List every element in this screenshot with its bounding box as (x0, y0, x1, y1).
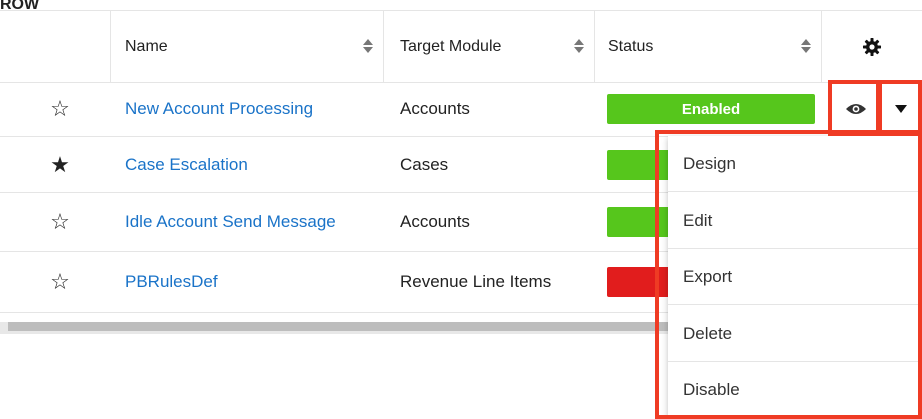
dropdown-menu-highlight (655, 130, 922, 419)
record-name-link[interactable]: New Account Processing (125, 82, 313, 136)
target-module-value: Accounts (400, 212, 470, 231)
sort-icon (574, 39, 584, 53)
record-name-link[interactable]: Idle Account Send Message (125, 193, 336, 251)
favorite-star-icon[interactable]: ☆ (40, 193, 80, 251)
target-module-value: Revenue Line Items (400, 272, 552, 291)
preview-button-highlight (828, 80, 880, 136)
table-row: ☆ New Account Processing Accounts Enable… (0, 82, 922, 137)
sort-icon (801, 39, 811, 53)
actions-dropdown-highlight (878, 80, 922, 136)
column-header-status-label: Status (608, 37, 654, 55)
favorite-star-icon[interactable]: ☆ (40, 252, 80, 312)
favorite-star-icon[interactable]: ☆ (40, 82, 80, 136)
column-header-status[interactable]: Status (608, 11, 821, 82)
table-header: Name Target Module Status (0, 10, 922, 83)
status-badge: Enabled (607, 94, 815, 124)
horizontal-scrollbar-thumb[interactable] (8, 322, 698, 331)
record-name-link[interactable]: PBRulesDef (125, 252, 218, 312)
column-header-name[interactable]: Name (125, 11, 383, 82)
sort-icon (363, 39, 373, 53)
target-module-value: Cases (400, 154, 449, 174)
gear-icon (862, 37, 881, 56)
column-header-target-module-label: Target Module (400, 37, 502, 55)
record-name-link[interactable]: Case Escalation (125, 137, 248, 192)
column-settings-button[interactable] (821, 11, 922, 82)
target-module-value: Accounts (400, 99, 470, 118)
favorite-star-icon[interactable]: ★ (40, 137, 80, 192)
section-heading: ROW (0, 0, 40, 10)
column-header-target-module[interactable]: Target Module (400, 11, 594, 82)
column-header-name-label: Name (125, 37, 168, 55)
